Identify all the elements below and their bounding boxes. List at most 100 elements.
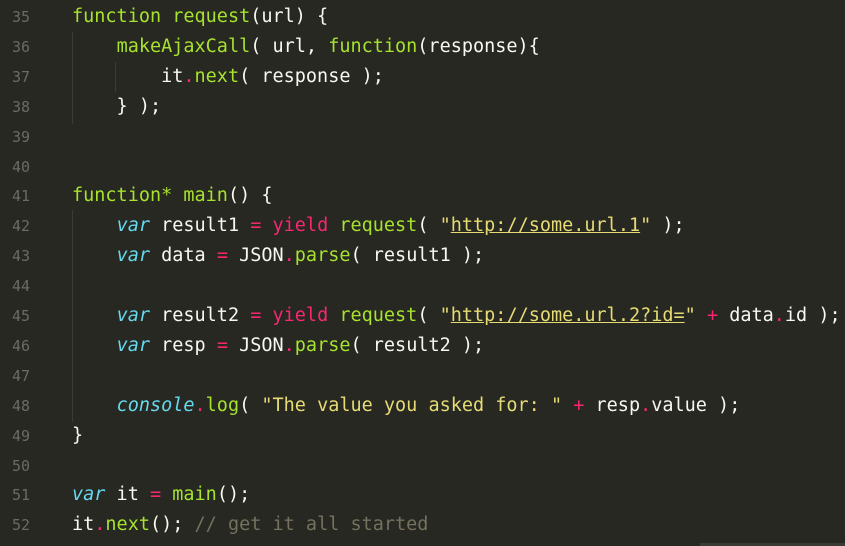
- code-token: yield: [272, 305, 329, 326]
- code-token: result1: [149, 215, 251, 237]
- code-token: ": [640, 215, 652, 237]
- code-token: ();: [216, 484, 251, 506]
- code-token: var: [116, 305, 150, 326]
- code-text: }: [72, 421, 83, 451]
- code-token: it: [105, 484, 150, 506]
- code-token: "The value you asked for: ": [261, 394, 563, 416]
- code-line[interactable]: 41 function* main() {: [0, 181, 845, 211]
- line-number: 37: [11, 67, 30, 86]
- code-token: next: [194, 65, 240, 87]
- code-token: // get it all started: [194, 514, 429, 536]
- code-token: ( result1 );: [350, 245, 485, 267]
- code-token: yield: [272, 215, 329, 237]
- code-token: var: [116, 334, 150, 356]
- code-token: ();: [149, 514, 195, 536]
- line-number: 46: [11, 336, 30, 355]
- code-text: it.next(); // get it all started: [72, 510, 428, 540]
- code-token: =: [149, 484, 162, 506]
- code-token: }: [72, 424, 84, 446]
- code-line[interactable]: 42 var result1 = yield request( "http://…: [0, 211, 845, 241]
- code-token: ": [439, 215, 451, 237]
- code-token: =: [250, 215, 262, 237]
- code-line[interactable]: 49}: [0, 421, 845, 451]
- code-token: function: [72, 6, 162, 27]
- code-text: function* main() {: [72, 181, 273, 211]
- code-token: (: [417, 305, 440, 326]
- code-token: result2: [149, 305, 251, 326]
- code-editor[interactable]: 35 function request(url) {36 makeAjaxCall…: [0, 0, 845, 546]
- code-token: main: [172, 484, 217, 506]
- code-line[interactable]: 46 var resp = JSON.parse( result2 );: [0, 331, 845, 361]
- code-line[interactable]: 48 console.log( "The value you asked for…: [0, 391, 845, 421]
- line-number: 36: [11, 37, 30, 56]
- code-token: .: [283, 334, 295, 356]
- code-token: .: [183, 65, 195, 87]
- code-token: var: [72, 484, 106, 506]
- code-line[interactable]: 44: [0, 271, 845, 301]
- code-line[interactable]: 36 makeAjaxCall( url, function(response)…: [0, 32, 845, 62]
- code-line[interactable]: 43 var data = JSON.parse( result1 );: [0, 241, 845, 271]
- code-token: id );: [784, 305, 841, 326]
- code-text: makeAjaxCall( url, function(response){: [72, 32, 540, 62]
- code-token: =: [250, 305, 262, 326]
- code-line[interactable]: 50: [0, 451, 845, 481]
- code-token: JSON: [227, 245, 284, 267]
- code-token: parse: [294, 245, 351, 267]
- line-number: 50: [11, 456, 30, 475]
- code-token: ( url,: [250, 35, 329, 57]
- code-token: +: [573, 394, 585, 416]
- code-text: function request(url) {: [72, 2, 328, 32]
- code-line[interactable]: 51 var it = main();: [0, 480, 845, 510]
- code-token: data: [718, 305, 774, 326]
- line-number: 35: [11, 8, 30, 26]
- line-number: 42: [11, 217, 30, 236]
- code-line[interactable]: 37 it.next( response );: [0, 62, 845, 92]
- code-line[interactable]: 38 } );: [0, 92, 845, 122]
- code-line[interactable]: 40: [0, 152, 845, 182]
- code-token: function: [328, 35, 418, 57]
- code-token: http://some.url.1: [450, 215, 641, 237]
- code-token: (response){: [417, 35, 540, 57]
- code-token: request: [339, 215, 418, 237]
- code-token: .: [194, 394, 206, 416]
- code-line[interactable]: 39: [0, 122, 845, 152]
- code-token: var: [116, 215, 150, 237]
- code-text: } );: [72, 92, 162, 122]
- code-token: =: [216, 334, 228, 356]
- code-text: var it = main();: [72, 480, 250, 510]
- code-token: http://some.url.2?id=: [450, 305, 685, 326]
- code-token: ": [439, 305, 451, 326]
- code-token: .: [640, 394, 652, 416]
- code-token: log: [205, 394, 240, 416]
- line-number: 49: [11, 426, 30, 445]
- line-number: 52: [11, 516, 30, 535]
- code-token: );: [651, 215, 685, 237]
- code-token: ( response );: [239, 65, 384, 87]
- code-line[interactable]: 52 it.next(); // get it all started: [0, 510, 845, 540]
- code-token: ": [684, 305, 696, 326]
- code-text: var data = JSON.parse( result1 );: [72, 241, 485, 271]
- code-text: var result1 = yield request( "http://som…: [72, 211, 685, 241]
- code-token: () {: [227, 185, 273, 207]
- code-token: resp: [149, 334, 217, 356]
- line-number: 48: [11, 396, 30, 415]
- code-token: +: [706, 305, 719, 326]
- code-token: (url) {: [250, 6, 329, 27]
- code-line[interactable]: 47: [0, 361, 845, 391]
- code-token: resp: [584, 394, 641, 416]
- code-line[interactable]: 35 function request(url) {: [0, 2, 845, 32]
- code-line[interactable]: 45 var result2 = yield request( "http://…: [0, 301, 845, 331]
- line-number: 41: [11, 187, 30, 206]
- line-number: 40: [11, 157, 30, 176]
- line-number: 39: [11, 127, 30, 146]
